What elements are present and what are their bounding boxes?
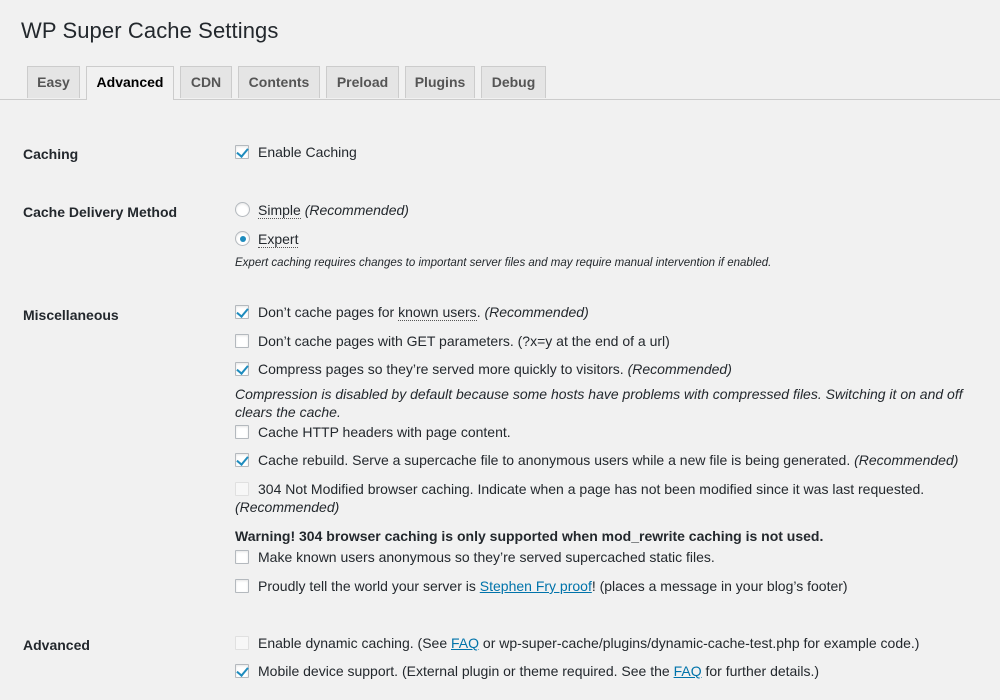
not-modified-recommended: (Recommended) bbox=[235, 499, 340, 515]
simple-recommended: (Recommended) bbox=[304, 202, 409, 218]
known-users-option[interactable]: Don’t cache pages for known users. (Reco… bbox=[258, 304, 589, 321]
get-params-label[interactable]: Don’t cache pages with GET parameters. (… bbox=[258, 333, 670, 349]
mobile-support-option[interactable]: Mobile device support. (External plugin … bbox=[258, 663, 819, 679]
known-users-text: Don’t cache pages for bbox=[258, 304, 399, 320]
stephen-fry-suffix: ! (places a message in your blog’s foote… bbox=[591, 578, 848, 594]
stephen-fry-option[interactable]: Proudly tell the world your server is St… bbox=[258, 578, 848, 594]
tab-contents[interactable]: Contents bbox=[238, 66, 320, 98]
compress-note: Compression is disabled by default becau… bbox=[235, 386, 963, 420]
cache-rebuild-checkbox[interactable] bbox=[235, 453, 249, 467]
known-users-period: . bbox=[476, 304, 481, 320]
expert-help-text: Expert caching requires changes to impor… bbox=[235, 257, 772, 269]
caching-label: Caching bbox=[23, 146, 79, 162]
tab-advanced[interactable]: Advanced bbox=[86, 66, 174, 100]
http-headers-label[interactable]: Cache HTTP headers with page content. bbox=[258, 424, 511, 440]
known-users-recommended: (Recommended) bbox=[484, 304, 589, 320]
enable-caching-checkbox[interactable] bbox=[235, 145, 249, 159]
cache-rebuild-label: Cache rebuild. Serve a supercache file t… bbox=[258, 452, 851, 468]
not-modified-label: 304 Not Modified browser caching. Indica… bbox=[258, 481, 925, 497]
http-headers-checkbox[interactable] bbox=[235, 425, 249, 439]
warning-304: Warning! 304 browser caching is only sup… bbox=[235, 528, 824, 544]
tab-plugins[interactable]: Plugins bbox=[405, 66, 475, 98]
compress-checkbox[interactable] bbox=[235, 362, 249, 376]
cache-rebuild-recommended: (Recommended) bbox=[854, 452, 959, 468]
cache-rebuild-option[interactable]: Cache rebuild. Serve a supercache file t… bbox=[258, 452, 958, 468]
get-params-checkbox[interactable] bbox=[235, 334, 249, 348]
tab-easy[interactable]: Easy bbox=[27, 66, 80, 98]
dynamic-caching-option: Enable dynamic caching. (See FAQ or wp-s… bbox=[258, 635, 919, 651]
mobile-faq-link[interactable]: FAQ bbox=[674, 663, 702, 679]
expert-label: Expert bbox=[258, 231, 299, 248]
tab-cdn[interactable]: CDN bbox=[180, 66, 232, 98]
mobile-support-suffix: for further details.) bbox=[701, 663, 820, 679]
expert-option[interactable]: Expert bbox=[258, 231, 299, 248]
misc-label: Miscellaneous bbox=[23, 307, 119, 323]
tab-preload[interactable]: Preload bbox=[326, 66, 399, 98]
mobile-support-checkbox[interactable] bbox=[235, 664, 249, 678]
simple-radio[interactable] bbox=[235, 202, 250, 217]
delivery-method-label: Cache Delivery Method bbox=[23, 204, 178, 220]
not-modified-checkbox bbox=[235, 482, 249, 496]
mobile-support-text: Mobile device support. (External plugin … bbox=[258, 663, 674, 679]
simple-label: Simple bbox=[258, 202, 301, 219]
page-title: WP Super Cache Settings bbox=[21, 18, 279, 43]
stephen-fry-checkbox[interactable] bbox=[235, 579, 249, 593]
anonymous-users-label[interactable]: Make known users anonymous so they’re se… bbox=[258, 549, 715, 565]
expert-radio[interactable] bbox=[235, 231, 250, 246]
enable-caching-label[interactable]: Enable Caching bbox=[258, 144, 357, 160]
dynamic-faq-link[interactable]: FAQ bbox=[451, 635, 479, 651]
tab-debug[interactable]: Debug bbox=[481, 66, 546, 98]
stephen-fry-text: Proudly tell the world your server is bbox=[258, 578, 480, 594]
compress-label: Compress pages so they’re served more qu… bbox=[258, 361, 624, 377]
settings-page: WP Super Cache Settings Easy Advanced CD… bbox=[0, 0, 1000, 700]
tab-bar: Easy Advanced CDN Contents Preload Plugi… bbox=[0, 66, 1000, 100]
compress-recommended: (Recommended) bbox=[627, 361, 732, 377]
simple-option[interactable]: Simple (Recommended) bbox=[258, 202, 409, 219]
known-users-checkbox[interactable] bbox=[235, 305, 249, 319]
dynamic-caching-text: Enable dynamic caching. (See bbox=[258, 635, 451, 651]
known-users-term[interactable]: known users bbox=[398, 304, 477, 321]
dynamic-caching-checkbox bbox=[235, 636, 249, 650]
stephen-fry-link[interactable]: Stephen Fry proof bbox=[480, 578, 592, 594]
dynamic-caching-suffix: or wp-super-cache/plugins/dynamic-cache-… bbox=[479, 635, 920, 651]
advanced-label: Advanced bbox=[23, 637, 90, 653]
anonymous-users-checkbox[interactable] bbox=[235, 550, 249, 564]
compress-option[interactable]: Compress pages so they’re served more qu… bbox=[258, 361, 732, 377]
